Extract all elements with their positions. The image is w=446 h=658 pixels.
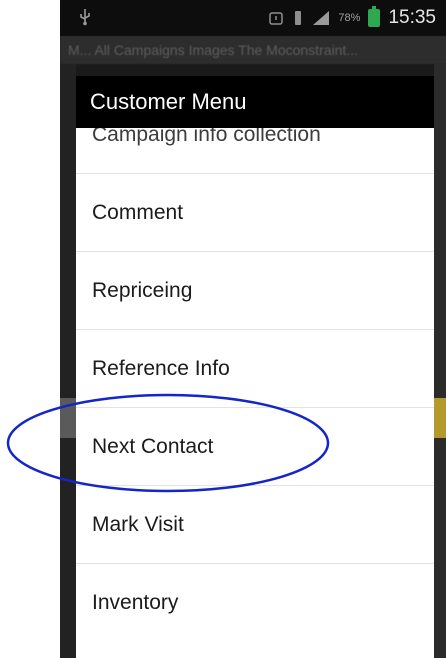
dialog-title: Customer Menu bbox=[76, 76, 434, 128]
alarm-icon bbox=[269, 12, 284, 25]
menu-item-comment[interactable]: Comment bbox=[76, 174, 434, 252]
menu-item-campaign-info[interactable]: Campaign info collection bbox=[76, 128, 434, 174]
background-highlight bbox=[434, 398, 446, 438]
status-bar: 78% 15:35 bbox=[60, 0, 446, 36]
usb-icon bbox=[80, 9, 90, 26]
vibrate-icon bbox=[295, 11, 302, 25]
background-content-left bbox=[60, 64, 76, 658]
menu-item-inventory[interactable]: Inventory bbox=[76, 564, 434, 642]
customer-menu-dialog: Customer Menu Campaign info collection C… bbox=[76, 76, 434, 658]
battery-icon bbox=[368, 6, 381, 27]
signal-icon bbox=[313, 11, 330, 25]
battery-percent: 78% bbox=[338, 12, 361, 24]
highlight-ellipse bbox=[6, 393, 330, 493]
background-title: M... All Campaigns Images The Moconstrai… bbox=[60, 36, 446, 64]
background-content-right bbox=[434, 64, 446, 658]
menu-item-repriceing[interactable]: Repriceing bbox=[76, 252, 434, 330]
clock: 15:35 bbox=[388, 7, 436, 28]
